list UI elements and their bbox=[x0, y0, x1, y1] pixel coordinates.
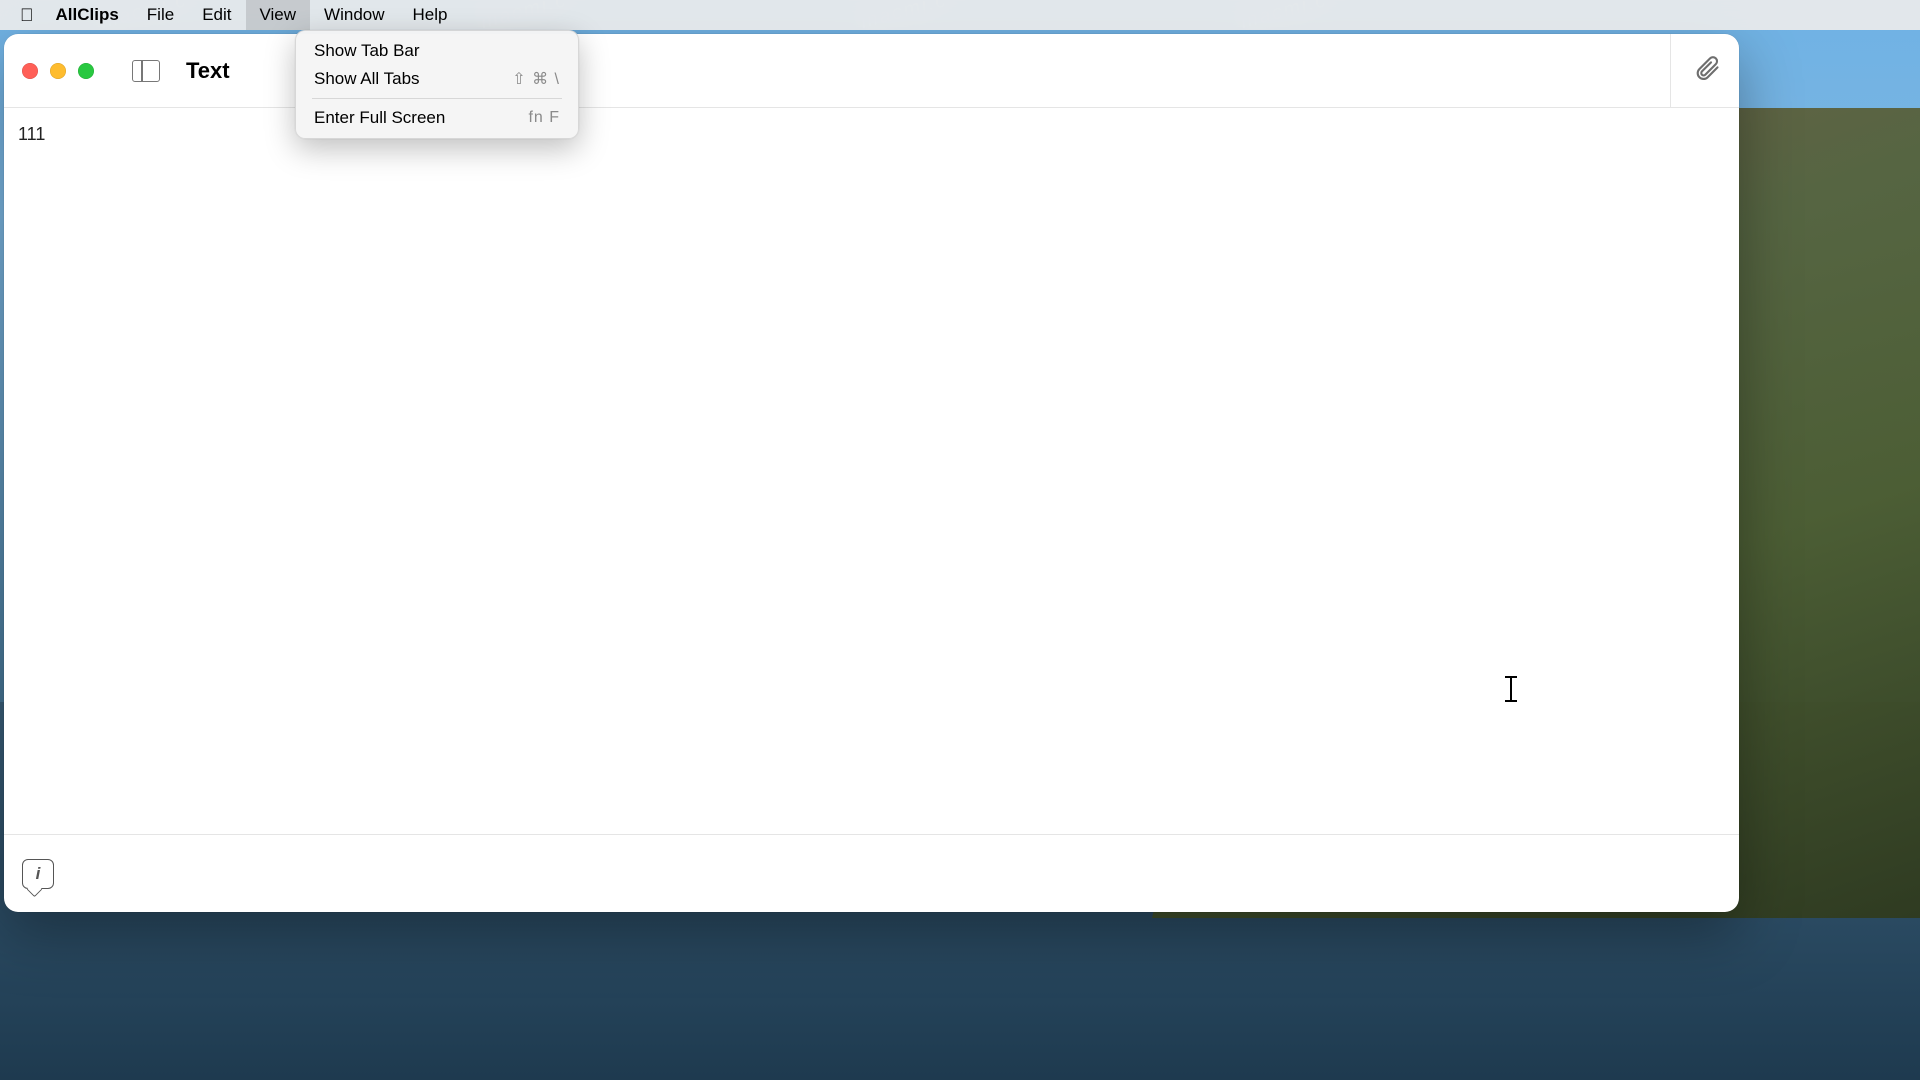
view-menu-dropdown: Show Tab Bar Show All Tabs ⇧ ⌘ \ Enter F… bbox=[295, 30, 579, 139]
menuitem-shortcut: ⇧ ⌘ \ bbox=[512, 69, 560, 89]
traffic-lights bbox=[22, 63, 94, 79]
toolbar-tab-title: Text bbox=[186, 58, 230, 84]
info-bubble-icon[interactable]: i bbox=[22, 859, 54, 889]
titlebar: Text bbox=[4, 34, 1739, 108]
menu-app-name[interactable]: AllClips bbox=[56, 0, 133, 30]
menu-help[interactable]: Help bbox=[399, 0, 462, 30]
system-menubar:  AllClips File Edit View Window Help bbox=[0, 0, 1920, 30]
menuitem-label: Enter Full Screen bbox=[314, 108, 445, 128]
minimize-window-button[interactable] bbox=[50, 63, 66, 79]
info-glyph: i bbox=[36, 864, 41, 884]
zoom-window-button[interactable] bbox=[78, 63, 94, 79]
menu-view[interactable]: View bbox=[246, 0, 311, 30]
attachment-icon[interactable] bbox=[1693, 54, 1721, 87]
menu-file[interactable]: File bbox=[133, 0, 188, 30]
sidebar-toggle-icon[interactable] bbox=[132, 60, 160, 82]
menuitem-shortcut: fn F bbox=[528, 109, 560, 127]
apple-menu-icon[interactable]:  bbox=[20, 5, 34, 26]
document-content: 111 bbox=[18, 124, 1725, 145]
toolbar-right bbox=[1670, 34, 1721, 107]
menu-separator bbox=[312, 98, 562, 99]
menu-window[interactable]: Window bbox=[310, 0, 398, 30]
menuitem-label: Show All Tabs bbox=[314, 69, 420, 89]
menuitem-show-all-tabs[interactable]: Show All Tabs ⇧ ⌘ \ bbox=[302, 65, 572, 93]
menu-edit[interactable]: Edit bbox=[188, 0, 245, 30]
menuitem-label: Show Tab Bar bbox=[314, 41, 420, 61]
menuitem-enter-full-screen[interactable]: Enter Full Screen fn F bbox=[302, 104, 572, 132]
toolbar-divider bbox=[1670, 34, 1671, 107]
close-window-button[interactable] bbox=[22, 63, 38, 79]
text-cursor-icon bbox=[1504, 676, 1518, 702]
statusbar: i bbox=[4, 834, 1739, 912]
document-text-area[interactable]: 111 bbox=[4, 108, 1739, 834]
menuitem-show-tab-bar[interactable]: Show Tab Bar bbox=[302, 37, 572, 65]
app-window: Text 111 i bbox=[4, 34, 1739, 912]
